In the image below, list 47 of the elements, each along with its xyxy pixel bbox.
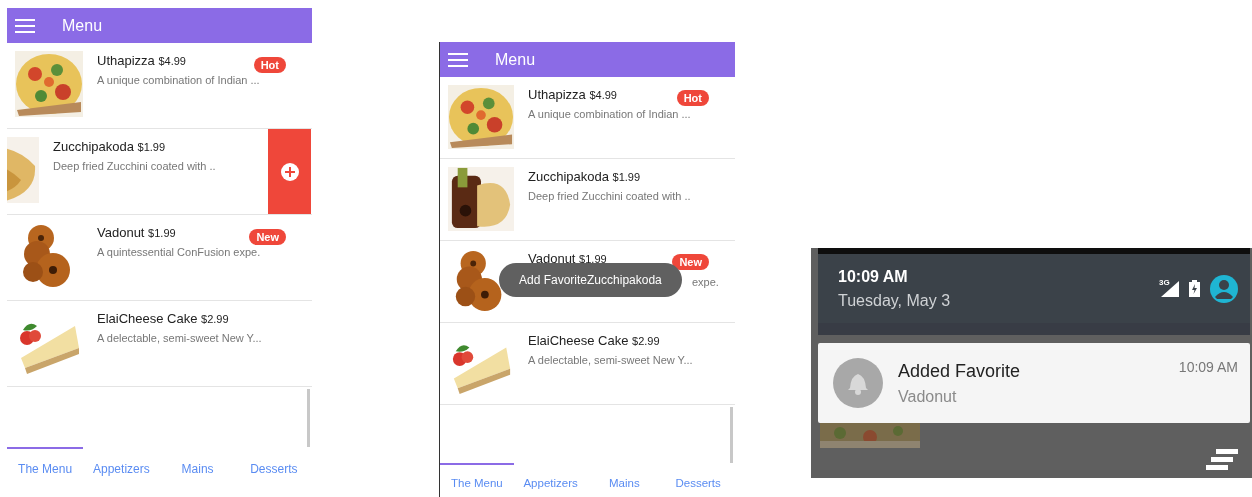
scrollbar	[307, 389, 310, 447]
bell-icon	[833, 358, 883, 408]
dish-name: Uthapizza $4.99	[97, 53, 186, 68]
dish-description: A unique combination of Indian ...	[528, 108, 691, 120]
clear-all-icon[interactable]	[1206, 449, 1238, 471]
dish-label: Hot	[253, 57, 286, 73]
signal-icon	[1161, 280, 1179, 297]
dish-item[interactable]: Vadonut $1.99 New A quintessential ConFusion expe.	[7, 215, 312, 301]
notification-time: 10:09 AM	[1178, 359, 1238, 375]
dish-label: New	[249, 229, 286, 245]
dish-name: ElaiCheese Cake $2.99	[97, 311, 229, 326]
dish-label: New	[672, 254, 709, 270]
menu-icon[interactable]	[448, 52, 468, 67]
network-type: 3G	[1159, 277, 1170, 287]
date-text: Tuesday, May 3	[838, 291, 951, 310]
menu-icon[interactable]	[15, 18, 35, 33]
dish-description: A unique combination of Indian ...	[97, 74, 260, 86]
dish-item[interactable]: Uthapizza $4.99 Hot A unique combination of Indian ...	[440, 77, 735, 159]
favorite-button[interactable]	[268, 129, 311, 214]
dish-name: Vadonut $1.99	[97, 225, 176, 240]
dish-item[interactable]: Zucchipakoda $1.99 Deep fried Zucchini coated with ..	[7, 129, 312, 215]
battery-icon	[1189, 280, 1200, 297]
dish-item[interactable]: ElaiCheese Cake $2.99 A delectable, semi-sweet New Y...	[7, 301, 312, 387]
dish-item[interactable]: Zucchipakoda $1.99 Deep fried Zucchini coated with ..	[440, 159, 735, 241]
user-avatar-icon[interactable]	[1210, 274, 1238, 303]
notification-title: Added Favorite	[898, 360, 1022, 382]
dish-description: Deep fried Zucchini coated with ..	[53, 160, 216, 172]
dish-description: expe.	[692, 276, 719, 288]
dish-description: A delectable, semi-sweet New Y...	[97, 332, 262, 344]
scrollbar	[730, 407, 733, 463]
dish-description: Deep fried Zucchini coated with ..	[528, 190, 691, 202]
dish-item[interactable]: ElaiCheese Cake $2.99 A delectable, semi-sweet New Y...	[440, 323, 735, 405]
dish-name: Vadonut $1.99	[528, 251, 607, 266]
notification-card[interactable]: Added Favorite Vadonut 10:09 AM	[818, 343, 1250, 423]
dish-name: Uthapizza $4.99	[528, 87, 617, 102]
dish-item[interactable]: Uthapizza $4.99 Hot A unique combination of Indian ...	[7, 43, 312, 129]
dish-name: ElaiCheese Cake $2.99	[528, 333, 660, 348]
clock-time: 10:09 AM	[838, 267, 909, 286]
dish-name: Zucchipakoda $1.99	[53, 139, 166, 154]
dish-label: Hot	[676, 90, 709, 106]
app-title: Menu	[62, 16, 103, 35]
dish-name: Zucchipakoda $1.99	[528, 169, 641, 184]
plus-icon	[280, 162, 299, 181]
notification-text: Vadonut	[898, 387, 958, 406]
dish-description: A quintessential ConFusion expe.	[97, 246, 261, 258]
dish-description: A delectable, semi-sweet New Y...	[528, 354, 693, 366]
app-title: Menu	[495, 50, 536, 69]
